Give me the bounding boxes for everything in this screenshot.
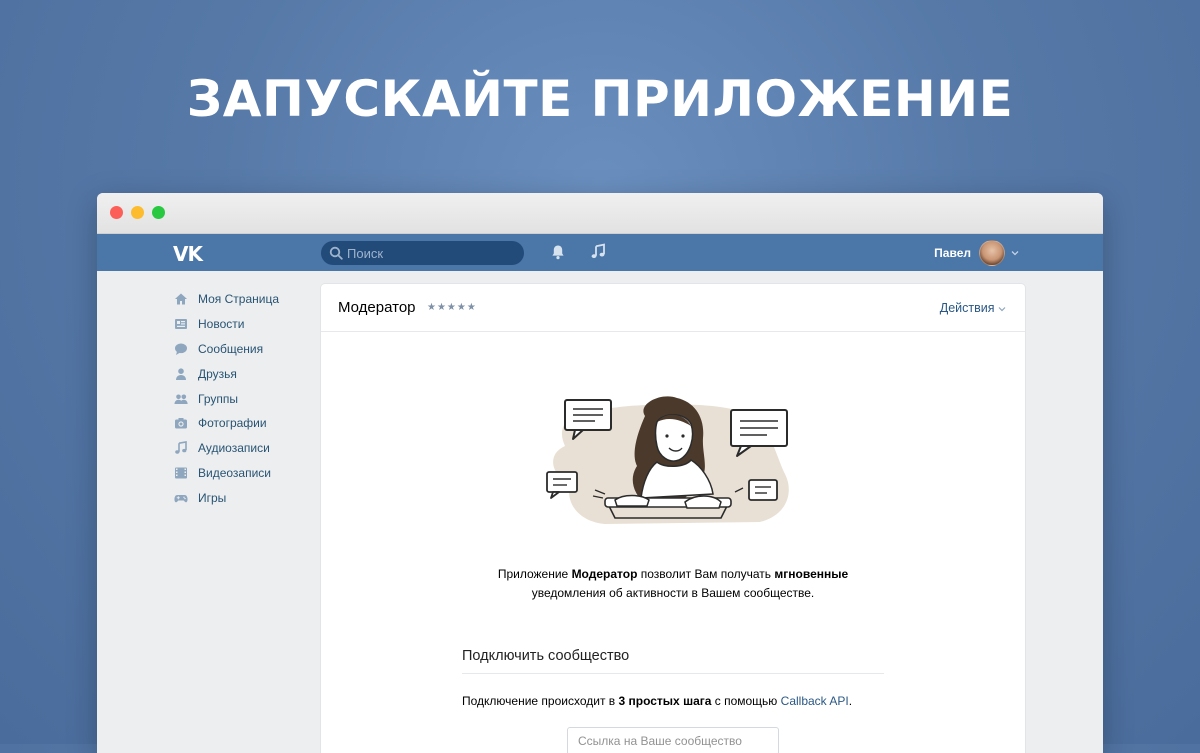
sidebar-item-messages[interactable]: Сообщения [174, 337, 314, 362]
sidebar-item-games[interactable]: Игры [174, 485, 314, 510]
desc-bold-instant: мгновенные [774, 567, 849, 581]
desc-text: Приложение [497, 567, 572, 581]
home-icon [175, 293, 187, 305]
sidebar-item-friends[interactable]: Друзья [174, 361, 314, 386]
sidebar-item-audio[interactable]: Аудиозаписи [174, 436, 314, 461]
community-link-input[interactable] [567, 727, 779, 753]
app-description: Приложение Модератор позволит Вам получа… [421, 565, 925, 603]
sidebar-item-video[interactable]: Видеозаписи [174, 461, 314, 486]
user-name: Павел [934, 246, 971, 260]
maximize-window-button[interactable] [152, 206, 165, 219]
video-icon [175, 467, 187, 479]
music-icon [175, 441, 187, 454]
promo-headline: ЗАПУСКАЙТЕ ПРИЛОЖЕНИЕ [186, 70, 1014, 128]
callback-api-link[interactable]: Callback API [781, 694, 849, 708]
app-panel: Модератор ★★★★★ Действия Приложение Моде… [321, 284, 1025, 753]
app-title: Модератор [338, 299, 416, 316]
divider [462, 673, 884, 674]
connect-text: Подключение происходит в [462, 694, 619, 708]
sidebar-item-photos[interactable]: Фотографии [174, 411, 314, 436]
sidebar-item-my-page[interactable]: Моя Страница [174, 287, 314, 312]
sidebar-item-label: Видеозаписи [198, 465, 272, 480]
minimize-window-button[interactable] [131, 206, 144, 219]
sidebar-item-label: Фотографии [198, 416, 267, 431]
chevron-down-icon [998, 307, 1006, 312]
sidebar-item-label: Группы [198, 391, 238, 406]
sidebar-item-label: Моя Страница [198, 292, 280, 307]
speech-bubble-icon [748, 479, 778, 501]
left-sidebar: Моя Страница Новости Сообщения Друзья Гр… [174, 287, 314, 510]
vk-logo[interactable]: VK [173, 242, 203, 266]
user-menu[interactable]: Павел [934, 240, 1019, 266]
sidebar-item-label: Сообщения [198, 341, 264, 356]
camera-icon [175, 418, 187, 429]
avatar [979, 240, 1005, 266]
search-icon [329, 246, 343, 260]
news-icon [175, 319, 187, 330]
desc-text: позволит Вам получать [637, 567, 775, 581]
groups-icon [174, 394, 188, 404]
search-box[interactable] [321, 241, 524, 265]
chevron-down-icon [1011, 251, 1019, 256]
actions-dropdown[interactable]: Действия [940, 301, 1006, 315]
search-input[interactable] [347, 245, 517, 261]
friends-icon [176, 368, 186, 380]
messages-icon [175, 343, 187, 355]
close-window-button[interactable] [110, 206, 123, 219]
sidebar-item-groups[interactable]: Группы [174, 386, 314, 411]
moderator-illustration [546, 396, 789, 524]
music-icon[interactable] [589, 243, 607, 261]
sidebar-item-label: Аудиозаписи [198, 441, 270, 456]
connect-text: . [848, 694, 853, 708]
rating-stars: ★★★★★ [427, 302, 477, 313]
window-titlebar [97, 193, 1103, 234]
connect-text: с помощью [711, 694, 781, 708]
browser-window: VK Павел Моя Ст [97, 193, 1103, 753]
gamepad-icon [174, 494, 188, 503]
vk-header: VK Павел [97, 234, 1103, 271]
connect-steps: 3 простых шага [618, 694, 712, 708]
desc-bold-app-name: Модератор [571, 567, 638, 581]
actions-label: Действия [939, 301, 995, 315]
connect-community-heading: Подключить сообщество [462, 648, 630, 664]
desc-text: уведомления об активности в Вашем сообще… [531, 586, 815, 601]
app-header: Модератор ★★★★★ Действия [321, 284, 1025, 332]
sidebar-item-news[interactable]: Новости [174, 312, 314, 337]
bell-icon[interactable] [549, 243, 567, 261]
sidebar-item-label: Друзья [198, 366, 237, 381]
sidebar-item-label: Игры [198, 490, 227, 505]
connect-instructions: Подключение происходит в 3 простых шага … [462, 694, 852, 708]
sidebar-item-label: Новости [198, 317, 245, 332]
